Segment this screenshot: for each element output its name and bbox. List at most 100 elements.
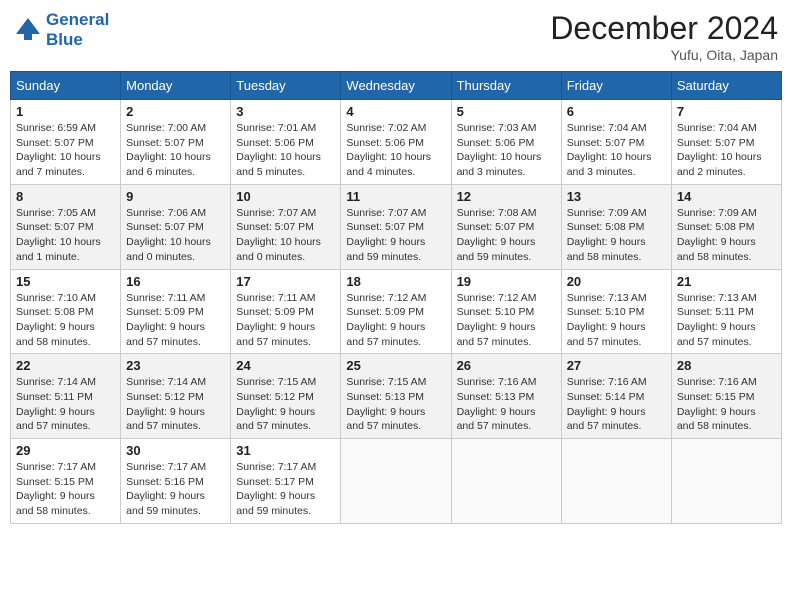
calendar-cell: 25 Sunrise: 7:15 AM Sunset: 5:13 PM Dayli… <box>341 354 451 439</box>
calendar-cell: 1Sunrise: 6:59 AM Sunset: 5:07 PM Daylig… <box>11 100 121 185</box>
day-number: 21 <box>677 274 776 289</box>
calendar-cell: 6 Sunrise: 7:04 AM Sunset: 5:07 PM Daylig… <box>561 100 671 185</box>
calendar-table: SundayMondayTuesdayWednesdayThursdayFrid… <box>10 71 782 524</box>
calendar-cell: 29 Sunrise: 7:17 AM Sunset: 5:15 PM Dayli… <box>11 439 121 524</box>
calendar-week-row: 15 Sunrise: 7:10 AM Sunset: 5:08 PM Dayli… <box>11 269 782 354</box>
calendar-cell: 7Sunrise: 7:04 AM Sunset: 5:07 PM Daylig… <box>671 100 781 185</box>
day-info: Sunrise: 7:17 AM Sunset: 5:15 PM Dayligh… <box>16 460 115 519</box>
logo-icon <box>14 16 42 44</box>
calendar-cell: 13 Sunrise: 7:09 AM Sunset: 5:08 PM Dayli… <box>561 184 671 269</box>
day-number: 27 <box>567 358 666 373</box>
calendar-cell: 20Sunrise: 7:13 AM Sunset: 5:10 PM Dayli… <box>561 269 671 354</box>
calendar-cell: 11 Sunrise: 7:07 AM Sunset: 5:07 PM Dayli… <box>341 184 451 269</box>
day-info: Sunrise: 7:10 AM Sunset: 5:08 PM Dayligh… <box>16 291 115 350</box>
day-number: 16 <box>126 274 225 289</box>
day-number: 29 <box>16 443 115 458</box>
logo-text: General Blue <box>46 10 109 50</box>
day-info: Sunrise: 7:02 AM Sunset: 5:06 PM Dayligh… <box>346 121 445 180</box>
day-info: Sunrise: 7:16 AM Sunset: 5:13 PM Dayligh… <box>457 375 556 434</box>
calendar-cell: 22 Sunrise: 7:14 AM Sunset: 5:11 PM Dayli… <box>11 354 121 439</box>
day-info: Sunrise: 7:14 AM Sunset: 5:11 PM Dayligh… <box>16 375 115 434</box>
calendar-week-row: 29 Sunrise: 7:17 AM Sunset: 5:15 PM Dayli… <box>11 439 782 524</box>
calendar-cell: 31 Sunrise: 7:17 AM Sunset: 5:17 PM Dayli… <box>231 439 341 524</box>
calendar-cell: 23 Sunrise: 7:14 AM Sunset: 5:12 PM Dayli… <box>121 354 231 439</box>
day-number: 11 <box>346 189 445 204</box>
calendar-cell: 17Sunrise: 7:11 AM Sunset: 5:09 PM Dayli… <box>231 269 341 354</box>
day-number: 14 <box>677 189 776 204</box>
calendar-cell: 27 Sunrise: 7:16 AM Sunset: 5:14 PM Dayli… <box>561 354 671 439</box>
calendar-cell: 26 Sunrise: 7:16 AM Sunset: 5:13 PM Dayli… <box>451 354 561 439</box>
day-info: Sunrise: 7:05 AM Sunset: 5:07 PM Dayligh… <box>16 206 115 265</box>
calendar-cell <box>341 439 451 524</box>
day-number: 4 <box>346 104 445 119</box>
day-number: 19 <box>457 274 556 289</box>
day-info: Sunrise: 7:07 AM Sunset: 5:07 PM Dayligh… <box>346 206 445 265</box>
calendar-cell: 4 Sunrise: 7:02 AM Sunset: 5:06 PM Daylig… <box>341 100 451 185</box>
day-info: Sunrise: 7:07 AM Sunset: 5:07 PM Dayligh… <box>236 206 335 265</box>
calendar-body: 1Sunrise: 6:59 AM Sunset: 5:07 PM Daylig… <box>11 100 782 524</box>
day-info: Sunrise: 7:08 AM Sunset: 5:07 PM Dayligh… <box>457 206 556 265</box>
day-info: Sunrise: 7:14 AM Sunset: 5:12 PM Dayligh… <box>126 375 225 434</box>
calendar-cell: 14 Sunrise: 7:09 AM Sunset: 5:08 PM Dayli… <box>671 184 781 269</box>
calendar-cell: 24Sunrise: 7:15 AM Sunset: 5:12 PM Dayli… <box>231 354 341 439</box>
day-info: Sunrise: 7:16 AM Sunset: 5:15 PM Dayligh… <box>677 375 776 434</box>
weekday-header-sunday: Sunday <box>11 72 121 100</box>
weekday-header-thursday: Thursday <box>451 72 561 100</box>
calendar-week-row: 22 Sunrise: 7:14 AM Sunset: 5:11 PM Dayli… <box>11 354 782 439</box>
day-number: 6 <box>567 104 666 119</box>
day-number: 9 <box>126 189 225 204</box>
calendar-week-row: 1Sunrise: 6:59 AM Sunset: 5:07 PM Daylig… <box>11 100 782 185</box>
day-info: Sunrise: 7:17 AM Sunset: 5:17 PM Dayligh… <box>236 460 335 519</box>
calendar-cell <box>451 439 561 524</box>
day-info: Sunrise: 7:16 AM Sunset: 5:14 PM Dayligh… <box>567 375 666 434</box>
calendar-cell: 12Sunrise: 7:08 AM Sunset: 5:07 PM Dayli… <box>451 184 561 269</box>
day-info: Sunrise: 7:01 AM Sunset: 5:06 PM Dayligh… <box>236 121 335 180</box>
day-number: 24 <box>236 358 335 373</box>
calendar-cell: 3 Sunrise: 7:01 AM Sunset: 5:06 PM Daylig… <box>231 100 341 185</box>
calendar-cell: 16 Sunrise: 7:11 AM Sunset: 5:09 PM Dayli… <box>121 269 231 354</box>
calendar-week-row: 8Sunrise: 7:05 AM Sunset: 5:07 PM Daylig… <box>11 184 782 269</box>
day-number: 18 <box>346 274 445 289</box>
weekday-header-tuesday: Tuesday <box>231 72 341 100</box>
day-info: Sunrise: 7:04 AM Sunset: 5:07 PM Dayligh… <box>677 121 776 180</box>
weekday-header-saturday: Saturday <box>671 72 781 100</box>
day-info: Sunrise: 7:12 AM Sunset: 5:10 PM Dayligh… <box>457 291 556 350</box>
calendar-cell: 21 Sunrise: 7:13 AM Sunset: 5:11 PM Dayli… <box>671 269 781 354</box>
page-header: General Blue December 2024 Yufu, Oita, J… <box>10 10 782 63</box>
day-info: Sunrise: 7:17 AM Sunset: 5:16 PM Dayligh… <box>126 460 225 519</box>
day-number: 3 <box>236 104 335 119</box>
calendar-cell <box>671 439 781 524</box>
day-number: 23 <box>126 358 225 373</box>
day-number: 2 <box>126 104 225 119</box>
calendar-cell: 5Sunrise: 7:03 AM Sunset: 5:06 PM Daylig… <box>451 100 561 185</box>
day-number: 13 <box>567 189 666 204</box>
calendar-cell: 19 Sunrise: 7:12 AM Sunset: 5:10 PM Dayli… <box>451 269 561 354</box>
day-info: Sunrise: 6:59 AM Sunset: 5:07 PM Dayligh… <box>16 121 115 180</box>
day-number: 25 <box>346 358 445 373</box>
day-info: Sunrise: 7:13 AM Sunset: 5:10 PM Dayligh… <box>567 291 666 350</box>
day-info: Sunrise: 7:00 AM Sunset: 5:07 PM Dayligh… <box>126 121 225 180</box>
day-number: 26 <box>457 358 556 373</box>
day-info: Sunrise: 7:13 AM Sunset: 5:11 PM Dayligh… <box>677 291 776 350</box>
day-number: 15 <box>16 274 115 289</box>
calendar-cell: 28 Sunrise: 7:16 AM Sunset: 5:15 PM Dayli… <box>671 354 781 439</box>
day-number: 22 <box>16 358 115 373</box>
day-number: 28 <box>677 358 776 373</box>
month-title: December 2024 <box>550 10 778 47</box>
calendar-cell: 2 Sunrise: 7:00 AM Sunset: 5:07 PM Daylig… <box>121 100 231 185</box>
day-info: Sunrise: 7:12 AM Sunset: 5:09 PM Dayligh… <box>346 291 445 350</box>
day-info: Sunrise: 7:15 AM Sunset: 5:13 PM Dayligh… <box>346 375 445 434</box>
day-number: 10 <box>236 189 335 204</box>
calendar-cell: 15 Sunrise: 7:10 AM Sunset: 5:08 PM Dayli… <box>11 269 121 354</box>
day-number: 31 <box>236 443 335 458</box>
day-number: 30 <box>126 443 225 458</box>
day-info: Sunrise: 7:04 AM Sunset: 5:07 PM Dayligh… <box>567 121 666 180</box>
day-info: Sunrise: 7:09 AM Sunset: 5:08 PM Dayligh… <box>567 206 666 265</box>
weekday-header-wednesday: Wednesday <box>341 72 451 100</box>
weekday-header-monday: Monday <box>121 72 231 100</box>
day-info: Sunrise: 7:09 AM Sunset: 5:08 PM Dayligh… <box>677 206 776 265</box>
calendar-cell: 30 Sunrise: 7:17 AM Sunset: 5:16 PM Dayli… <box>121 439 231 524</box>
day-info: Sunrise: 7:11 AM Sunset: 5:09 PM Dayligh… <box>126 291 225 350</box>
calendar-cell: 9Sunrise: 7:06 AM Sunset: 5:07 PM Daylig… <box>121 184 231 269</box>
calendar-header-row: SundayMondayTuesdayWednesdayThursdayFrid… <box>11 72 782 100</box>
